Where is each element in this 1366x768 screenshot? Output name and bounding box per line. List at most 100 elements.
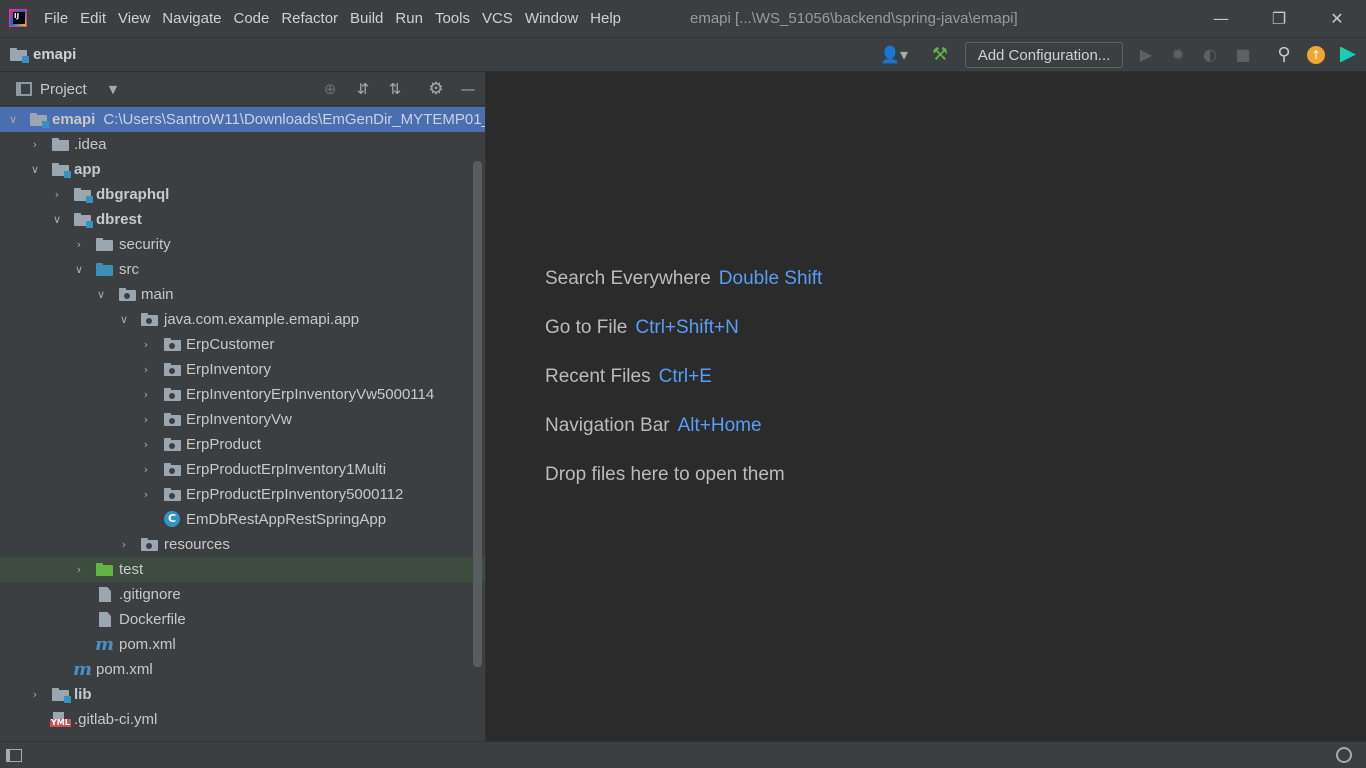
tree-node-emapi[interactable]: ∨ emapi C:\Users\SantroW11\Downloads\EmGe… [0,107,485,132]
chevron-down-icon[interactable]: ∨ [117,313,131,326]
tree-node-emdbrestapprestspringapp[interactable]: C EmDbRestAppRestSpringApp [0,507,485,532]
chevron-down-icon[interactable]: ∨ [6,113,20,126]
tree-node-label: emapi C:\Users\SantroW11\Downloads\EmGenD… [52,111,485,128]
menu-edit[interactable]: Edit [74,0,112,37]
tree-node-lib[interactable]: › lib [0,682,485,707]
tree-node-label: ErpInventoryVw [186,411,292,428]
editor-empty-area[interactable]: Search Everywhere Double Shift Go to File… [486,72,1366,741]
chevron-down-icon[interactable]: ∨ [72,263,86,276]
menu-file[interactable]: File [38,0,74,37]
locate-file-icon[interactable]: ⊕ [318,72,342,106]
chevron-right-icon[interactable]: › [139,463,153,476]
menu-run[interactable]: Run [389,0,429,37]
menu-navigate[interactable]: Navigate [156,0,227,37]
notifications-icon[interactable] [1336,747,1352,763]
tree-node-label: EmDbRestAppRestSpringApp [186,511,387,528]
chevron-right-icon[interactable]: › [28,138,42,151]
chevron-right-icon[interactable]: › [139,338,153,351]
package-folder-icon [141,313,158,326]
tree-node-erpinventoryvw[interactable]: › ErpInventoryVw [0,407,485,432]
chevron-right-icon[interactable]: › [50,188,64,201]
tree-node-label: ErpProductErpInventory5000112 [186,486,404,503]
menu-vcs[interactable]: VCS [476,0,519,37]
folder-icon [96,238,113,251]
chevron-right-icon[interactable]: › [117,538,131,551]
chevron-right-icon[interactable]: › [28,688,42,701]
chevron-down-icon[interactable]: ∨ [50,213,64,226]
debug-icon[interactable]: ✹ [1167,38,1189,71]
tree-node-resources[interactable]: › resources [0,532,485,557]
tree-node-test[interactable]: › test [0,557,485,582]
tree-node-gitignore[interactable]: .gitignore [0,582,485,607]
expand-all-icon[interactable]: ⇵ [351,72,375,106]
gear-icon[interactable]: ⚙ [424,72,448,106]
project-view-selector[interactable]: Project ▼ [16,72,117,106]
chevron-right-icon[interactable]: › [139,438,153,451]
menu-view[interactable]: View [112,0,156,37]
intellij-logo-icon: IJ [9,9,27,27]
toolbox-icon[interactable] [1337,38,1359,71]
vcs-user-icon[interactable]: 👤▾ [876,38,912,71]
build-hammer-icon[interactable]: ⚒ [928,38,952,71]
tree-node-label: ErpInventoryErpInventoryVw5000114 [186,386,435,403]
tree-node-erpinventoryerpinventoryvw5000114[interactable]: › ErpInventoryErpInventoryVw5000114 [0,382,485,407]
tool-windows-toggle-icon[interactable] [6,749,22,762]
tree-node-idea[interactable]: › .idea [0,132,485,157]
chevron-down-icon: ▼ [108,82,118,96]
tree-node-erpproducterpinventory5000112[interactable]: › ErpProductErpInventory5000112 [0,482,485,507]
stop-icon[interactable]: ■ [1232,38,1254,71]
chevron-right-icon[interactable]: › [72,563,86,576]
module-folder-icon [52,688,71,703]
chevron-right-icon[interactable]: › [139,388,153,401]
test-folder-icon [96,563,113,576]
tree-node-package[interactable]: ∨ java.com.example.emapi.app [0,307,485,332]
search-icon[interactable]: ⚲ [1272,38,1296,71]
chevron-right-icon[interactable]: › [139,413,153,426]
tree-node-main[interactable]: ∨ main [0,282,485,307]
hint-drop-files: Drop files here to open them [545,464,785,485]
menu-build[interactable]: Build [344,0,389,37]
collapse-all-icon[interactable]: ⇅ [383,72,407,106]
close-window-button[interactable]: ✕ [1314,0,1360,37]
restore-button[interactable]: ❐ [1256,0,1302,37]
menu-help[interactable]: Help [584,0,627,37]
tree-node-security[interactable]: › security [0,232,485,257]
tree-node-label: .gitignore [119,586,181,603]
tree-node-label: pom.xml [119,636,176,653]
tree-node-pom-app[interactable]: m pom.xml [0,657,485,682]
module-folder-icon [30,113,49,128]
breadcrumb-project[interactable]: emapi [10,38,76,71]
package-folder-icon [119,288,136,301]
update-icon[interactable]: ↑ [1305,38,1327,71]
run-configuration-dropdown[interactable]: Add Configuration... [965,42,1123,68]
menu-tools[interactable]: Tools [429,0,476,37]
tree-vertical-scrollbar[interactable] [473,161,482,667]
chevron-down-icon[interactable]: ∨ [94,288,108,301]
menu-code[interactable]: Code [227,0,275,37]
chevron-down-icon[interactable]: ∨ [28,163,42,176]
run-icon[interactable]: ▶ [1135,38,1157,71]
tree-node-app[interactable]: ∨ app [0,157,485,182]
title-menu-bar: IJ File Edit View Navigate Code Refactor… [0,0,1366,37]
chevron-right-icon[interactable]: › [72,238,86,251]
tree-node-erpproduct[interactable]: › ErpProduct [0,432,485,457]
tree-node-src[interactable]: ∨ src [0,257,485,282]
project-tree[interactable]: ∨ emapi C:\Users\SantroW11\Downloads\EmGe… [0,107,485,741]
folder-icon [52,138,69,151]
tree-node-dbrest[interactable]: ∨ dbrest [0,207,485,232]
tree-node-pom-dbrest[interactable]: m pom.xml [0,632,485,657]
menu-refactor[interactable]: Refactor [275,0,344,37]
tree-node-erpcustomer[interactable]: › ErpCustomer [0,332,485,357]
menu-window[interactable]: Window [519,0,584,37]
tree-node-erpinventory[interactable]: › ErpInventory [0,357,485,382]
coverage-icon[interactable]: ◐ [1199,38,1221,71]
project-panel-header: Project ▼ ⊕ ⇵ ⇅ ⚙ — [0,72,485,106]
tree-node-erpproducterpinventory1multi[interactable]: › ErpProductErpInventory1Multi [0,457,485,482]
tree-node-dockerfile[interactable]: Dockerfile [0,607,485,632]
tree-node-dbgraphql[interactable]: › dbgraphql [0,182,485,207]
chevron-right-icon[interactable]: › [139,363,153,376]
hide-panel-icon[interactable]: — [456,72,480,106]
chevron-right-icon[interactable]: › [139,488,153,501]
tree-node-gitlab-ci[interactable]: YML .gitlab-ci.yml [0,707,485,732]
minimize-button[interactable]: — [1198,0,1244,37]
